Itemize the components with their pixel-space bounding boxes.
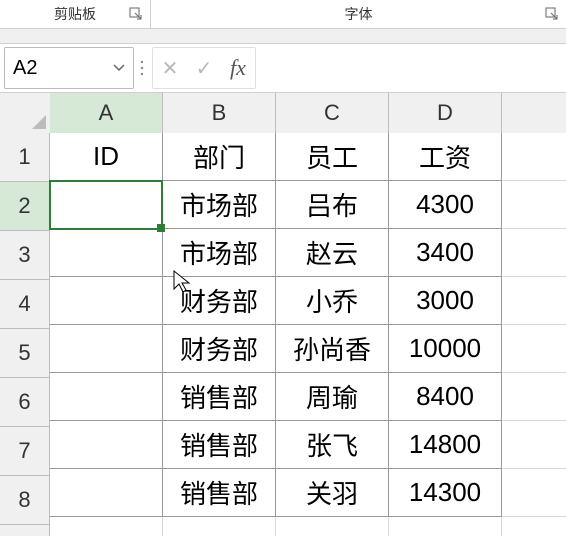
cell-B1[interactable]: 部门 (163, 133, 276, 181)
select-all-corner[interactable] (0, 93, 51, 134)
cell-blank[interactable] (502, 373, 566, 421)
cell-B3[interactable]: 市场部 (163, 229, 276, 277)
cell-C3[interactable]: 赵云 (276, 229, 389, 277)
check-icon: ✓ (196, 56, 213, 81)
cancel-icon: ✕ (162, 56, 179, 81)
cell-D1[interactable]: 工资 (389, 133, 502, 181)
clipboard-dialog-launcher-icon[interactable] (128, 6, 144, 22)
font-dialog-launcher-icon[interactable] (544, 6, 560, 22)
row-headers: 1 2 3 4 5 6 7 8 (0, 133, 50, 536)
cell-B2[interactable]: 市场部 (163, 181, 276, 229)
column-header-B[interactable]: B (163, 93, 276, 133)
cell-A6[interactable] (50, 373, 163, 421)
fx-icon: fx (230, 55, 246, 81)
row-header-1[interactable]: 1 (0, 133, 50, 182)
ribbon-group-clipboard: 剪贴板 (0, 0, 151, 28)
chevron-down-icon[interactable] (105, 64, 133, 72)
confirm-formula-button[interactable]: ✓ (187, 48, 221, 88)
cell-A3[interactable] (50, 229, 163, 277)
cell-blank[interactable] (502, 469, 566, 517)
cells-area: ID 部门 员工 工资 市场部 吕布 4300 市场部 赵云 3400 财务部 … (50, 133, 566, 536)
table-row: 销售部 关羽 14300 (50, 469, 566, 517)
cell-D2[interactable]: 4300 (389, 181, 502, 229)
table-row: 销售部 周瑜 8400 (50, 373, 566, 421)
cell-C2[interactable]: 吕布 (276, 181, 389, 229)
column-header-C[interactable]: C (276, 93, 389, 133)
row-header-blank[interactable] (0, 525, 50, 536)
cell-B8[interactable]: 销售部 (163, 469, 276, 517)
table-row: 销售部 张飞 14800 (50, 421, 566, 469)
formula-bar: A2 ✕ ✓ fx (0, 44, 566, 93)
cell-A4[interactable] (50, 277, 163, 325)
formula-controls: ✕ ✓ fx (152, 47, 256, 89)
row-header-3[interactable]: 3 (0, 231, 50, 280)
insert-function-button[interactable]: fx (221, 48, 255, 88)
row-header-2[interactable]: 2 (0, 182, 50, 231)
ribbon-group-clipboard-label: 剪贴板 (54, 4, 96, 24)
cell-A7[interactable] (50, 421, 163, 469)
cell-C6[interactable]: 周瑜 (276, 373, 389, 421)
table-row: 市场部 赵云 3400 (50, 229, 566, 277)
cell-C7[interactable]: 张飞 (276, 421, 389, 469)
cell-blank[interactable] (502, 181, 566, 229)
cell-blank[interactable] (502, 229, 566, 277)
cell-D5[interactable]: 10000 (389, 325, 502, 373)
cell-C1[interactable]: 员工 (276, 133, 389, 181)
cell-blank[interactable] (502, 421, 566, 469)
table-row: 财务部 小乔 3000 (50, 277, 566, 325)
ribbon-spacer (0, 29, 566, 44)
cell-blank[interactable] (163, 517, 276, 536)
row-header-8[interactable]: 8 (0, 476, 50, 525)
table-row (50, 517, 566, 536)
cell-D8[interactable]: 14300 (389, 469, 502, 517)
cell-A1[interactable]: ID (50, 133, 163, 181)
cell-A8[interactable] (50, 469, 163, 517)
cell-B7[interactable]: 销售部 (163, 421, 276, 469)
cell-D4[interactable]: 3000 (389, 277, 502, 325)
cell-C4[interactable]: 小乔 (276, 277, 389, 325)
cell-A2[interactable] (50, 181, 163, 229)
column-header-D[interactable]: D (389, 93, 502, 133)
table-row: 财务部 孙尚香 10000 (50, 325, 566, 373)
cell-blank[interactable] (276, 517, 389, 536)
cell-A5[interactable] (50, 325, 163, 373)
table-row: ID 部门 员工 工资 (50, 133, 566, 181)
column-header-A[interactable]: A (50, 93, 163, 133)
cell-C5[interactable]: 孙尚香 (276, 325, 389, 373)
row-header-7[interactable]: 7 (0, 427, 50, 476)
cell-B5[interactable]: 财务部 (163, 325, 276, 373)
column-headers: A B C D (50, 93, 566, 134)
row-header-4[interactable]: 4 (0, 280, 50, 329)
column-header-blank[interactable] (502, 93, 566, 133)
cancel-formula-button[interactable]: ✕ (153, 48, 187, 88)
ribbon-group-font-label: 字体 (345, 4, 373, 24)
cell-blank[interactable] (50, 517, 163, 536)
cell-blank[interactable] (502, 517, 566, 536)
row-header-6[interactable]: 6 (0, 378, 50, 427)
cell-blank[interactable] (502, 325, 566, 373)
cell-B6[interactable]: 销售部 (163, 373, 276, 421)
ribbon-group-labels: 剪贴板 字体 (0, 0, 566, 29)
table-row: 市场部 吕布 4300 (50, 181, 566, 229)
cell-B4[interactable]: 财务部 (163, 277, 276, 325)
row-header-5[interactable]: 5 (0, 329, 50, 378)
cell-D3[interactable]: 3400 (389, 229, 502, 277)
spreadsheet-grid[interactable]: A B C D 1 2 3 4 5 6 7 8 ID 部门 员工 工资 市场部 … (0, 93, 566, 536)
cell-blank[interactable] (389, 517, 502, 536)
cell-D7[interactable]: 14800 (389, 421, 502, 469)
cell-blank[interactable] (502, 133, 566, 181)
ribbon-group-font: 字体 (151, 0, 566, 28)
name-box-value: A2 (5, 57, 105, 80)
formula-bar-separator-icon (136, 59, 148, 77)
cell-blank[interactable] (502, 277, 566, 325)
cell-D6[interactable]: 8400 (389, 373, 502, 421)
cell-C8[interactable]: 关羽 (276, 469, 389, 517)
name-box[interactable]: A2 (4, 47, 134, 89)
